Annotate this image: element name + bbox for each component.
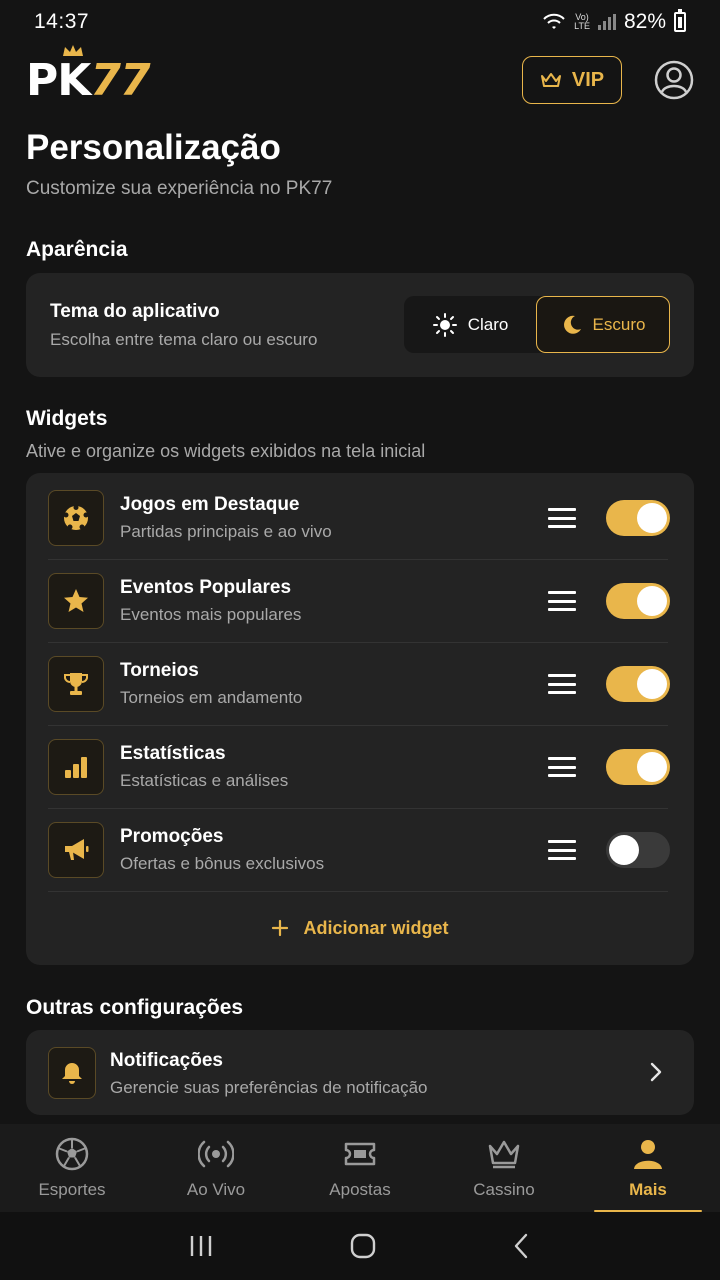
app-header: PK 77 VIP <box>26 44 694 108</box>
vip-label: VIP <box>571 68 605 91</box>
vip-button[interactable]: VIP <box>522 56 622 104</box>
widget-row: Estatísticas Estatísticas e análises <box>48 726 670 809</box>
chevron-right-icon <box>650 1062 662 1082</box>
crown-icon <box>488 1140 520 1169</box>
theme-dark-option[interactable]: Escuro <box>536 296 670 353</box>
nav-apostas[interactable]: Apostas <box>288 1124 432 1212</box>
nav-esportes[interactable]: Esportes <box>0 1124 144 1212</box>
theme-light-option[interactable]: Claro <box>404 296 536 353</box>
home-icon[interactable] <box>350 1233 376 1259</box>
live-broadcast-icon <box>198 1140 234 1168</box>
widget-subtitle: Ofertas e bônus exclusivos <box>120 854 325 873</box>
widget-row: Jogos em Destaque Partidas principais e … <box>48 477 670 560</box>
widget-title: Promoções <box>120 826 224 847</box>
drag-handle-icon[interactable] <box>548 591 576 611</box>
status-time: 14:37 <box>34 10 90 33</box>
page-title: Personalização <box>26 128 281 167</box>
nav-cassino[interactable]: Cassino <box>432 1124 576 1212</box>
widget-subtitle: Estatísticas e análises <box>120 771 289 790</box>
bell-icon <box>62 1063 82 1084</box>
widget-icon-box <box>48 1047 96 1099</box>
widget-row: Eventos Populares Eventos mais populares <box>48 560 670 643</box>
appearance-section-title: Aparência <box>26 238 128 261</box>
notifications-setting-row[interactable]: Notificações Gerencie suas preferências … <box>26 1030 694 1115</box>
widget-icon-box <box>48 739 104 795</box>
widget-subtitle: Eventos mais populares <box>120 605 302 624</box>
back-icon[interactable] <box>512 1233 532 1259</box>
ticket-icon <box>344 1142 376 1166</box>
widgets-card: Jogos em Destaque Partidas principais e … <box>26 473 694 965</box>
soccer-ball-icon <box>63 505 89 530</box>
theme-description: Escolha entre tema claro ou escuro <box>50 330 318 349</box>
widget-subtitle: Torneios em andamento <box>120 688 303 707</box>
theme-card: Tema do aplicativo Escolha entre tema cl… <box>26 273 694 377</box>
widget-toggle[interactable] <box>606 500 670 536</box>
status-icons: Vo) LTE 82% <box>542 9 686 34</box>
battery-icon <box>674 9 686 32</box>
widget-toggle[interactable] <box>606 583 670 619</box>
other-settings-section-title: Outras configurações <box>26 996 244 1019</box>
notifications-title: Notificações <box>110 1050 223 1071</box>
drag-handle-icon[interactable] <box>548 757 576 777</box>
widget-row: Torneios Torneios em andamento <box>48 643 670 726</box>
drag-handle-icon[interactable] <box>548 840 576 860</box>
widget-title: Torneios <box>120 660 199 681</box>
profile-avatar-icon[interactable] <box>654 60 694 100</box>
theme-selector: Claro Escuro <box>404 296 670 353</box>
drag-handle-icon[interactable] <box>548 674 576 694</box>
widgets-section-subtitle: Ative e organize os widgets exibidos na … <box>26 441 426 461</box>
widget-title: Eventos Populares <box>120 577 292 598</box>
moon-icon <box>563 315 581 334</box>
network-type: Vo) LTE <box>574 12 590 31</box>
widget-title: Jogos em Destaque <box>120 494 300 515</box>
widget-title: Estatísticas <box>120 743 226 764</box>
user-icon <box>634 1140 662 1169</box>
nav-mais[interactable]: Mais <box>576 1124 720 1212</box>
sun-icon <box>432 312 457 337</box>
system-navigation-bar <box>0 1212 720 1280</box>
widget-icon-box <box>48 573 104 629</box>
widget-subtitle: Partidas principais e ao vivo <box>120 522 332 541</box>
drag-handle-icon[interactable] <box>548 508 576 528</box>
widget-toggle[interactable] <box>606 749 670 785</box>
battery-percent: 82% <box>623 10 666 33</box>
soccer-ball-icon <box>55 1137 89 1171</box>
notifications-subtitle: Gerencie suas preferências de notificaçã… <box>110 1078 428 1097</box>
widget-toggle[interactable] <box>606 832 670 868</box>
trophy-icon <box>64 673 88 695</box>
crown-icon <box>540 73 561 87</box>
nav-ao-vivo[interactable]: Ao Vivo <box>144 1124 288 1212</box>
add-widget-button[interactable]: Adicionar widget <box>26 913 694 943</box>
widget-icon-box <box>48 656 104 712</box>
signal-icon <box>597 14 616 30</box>
status-bar: 14:37 Vo) LTE 82% <box>0 0 720 44</box>
star-icon <box>64 589 88 612</box>
widget-icon-box <box>48 490 104 546</box>
megaphone-icon <box>65 839 89 860</box>
wifi-icon <box>543 13 565 29</box>
bar-chart-icon <box>65 757 87 778</box>
widget-row: Promoções Ofertas e bônus exclusivos <box>48 809 670 892</box>
logo-crown-icon <box>63 44 83 56</box>
widget-toggle[interactable] <box>606 666 670 702</box>
page-subtitle: Customize sua experiência no PK77 <box>26 178 333 199</box>
bottom-navigation: Esportes Ao Vivo Apostas Cassino Mais <box>0 1124 720 1212</box>
widget-icon-box <box>48 822 104 878</box>
pk77-logo[interactable]: PK 77 <box>26 44 151 106</box>
recent-apps-icon[interactable] <box>188 1234 214 1258</box>
widgets-section-title: Widgets <box>26 407 108 430</box>
plus-icon <box>272 919 289 937</box>
theme-label: Tema do aplicativo <box>50 301 220 322</box>
